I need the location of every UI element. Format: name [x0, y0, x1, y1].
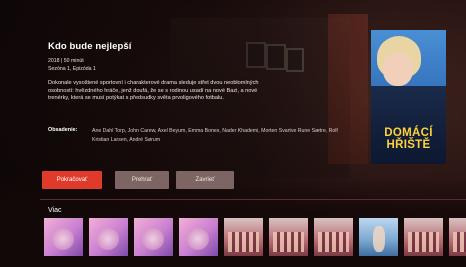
show-description: Dokonale vysoštené sportovní i charakter…: [48, 80, 259, 102]
poster-title: DOMÁCÍ HŘIŠTĚ: [371, 127, 446, 151]
episode-thumbnail[interactable]: [314, 218, 353, 256]
episode-thumbnail[interactable]: [134, 218, 173, 256]
episode-thumbnail[interactable]: [44, 218, 83, 256]
cast-label: Obsadenie:: [48, 127, 78, 133]
close-button[interactable]: Zavrieť: [176, 171, 234, 189]
show-title: Kdo bude nejlepší: [48, 41, 132, 52]
episode-thumbnail[interactable]: [224, 218, 263, 256]
divider: [40, 199, 466, 200]
episode-thumbnail[interactable]: [179, 218, 218, 256]
show-year-duration: 2018 | 50 minút: [48, 58, 84, 64]
show-poster: DOMÁCÍ HŘIŠTĚ: [371, 30, 446, 164]
episode-thumbnail[interactable]: [449, 218, 466, 256]
more-episodes-row: [44, 218, 466, 258]
show-season-episode: Sezóna 1, Epizóda 1: [48, 66, 96, 72]
episode-thumbnail[interactable]: [269, 218, 308, 256]
episode-thumbnail[interactable]: [359, 218, 398, 256]
play-button[interactable]: Pokračovať: [42, 171, 102, 189]
poster-face: [383, 52, 413, 86]
episode-thumbnail[interactable]: [89, 218, 128, 256]
tv-detail-screen: Kdo bude nejlepší 2018 | 50 minút Sezóna…: [0, 0, 466, 267]
trailer-button[interactable]: Prehrať: [115, 171, 169, 189]
poster-title-line1: DOMÁCÍ: [384, 127, 433, 139]
poster-title-line2: HŘIŠTĚ: [386, 139, 431, 151]
poster-body: [371, 86, 446, 164]
cast-list: Ane Dahl Torp, John Carew, Axel Beyum, E…: [92, 128, 338, 143]
episode-thumbnail[interactable]: [404, 218, 443, 256]
more-section-title: Viac: [48, 207, 62, 214]
